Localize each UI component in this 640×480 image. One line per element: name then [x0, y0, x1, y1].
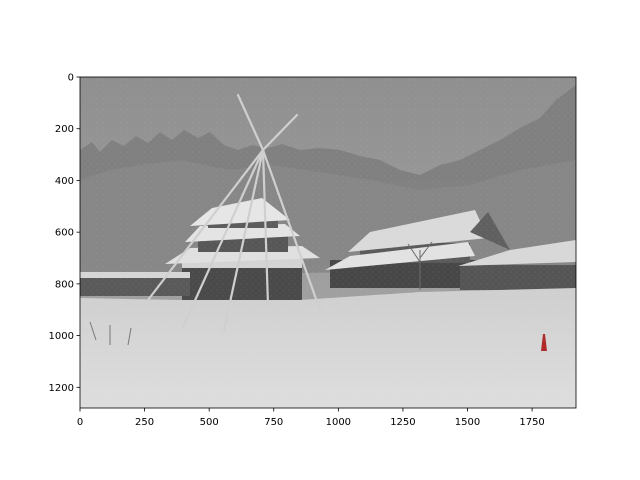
- x-tick-label: 250: [135, 417, 154, 428]
- y-tick-label: 1200: [49, 383, 74, 394]
- x-tick-label: 1750: [519, 417, 544, 428]
- falling-snow: [80, 77, 576, 408]
- y-tick-label: 400: [55, 176, 74, 187]
- x-tick-label: 1000: [326, 417, 351, 428]
- x-tick-label: 1500: [455, 417, 480, 428]
- figure: 0 250 500 750 1000 1250 1500 1750 0 200 400 600 800…: [49, 73, 577, 428]
- x-tick-label: 750: [264, 417, 283, 428]
- snow-scene-photo: [80, 77, 576, 408]
- y-tick-label: 200: [55, 124, 74, 135]
- x-tick-label: 1250: [390, 417, 415, 428]
- x-tick-label: 0: [77, 417, 83, 428]
- y-tick-label: 800: [55, 279, 74, 290]
- y-axis: 0 200 400 600 800 1000 1200: [49, 73, 80, 394]
- x-tick-label: 500: [200, 417, 219, 428]
- y-tick-label: 1000: [49, 331, 74, 342]
- x-axis: 0 250 500 750 1000 1250 1500 1750: [77, 408, 545, 428]
- y-tick-label: 0: [68, 73, 74, 84]
- y-tick-label: 600: [55, 228, 74, 239]
